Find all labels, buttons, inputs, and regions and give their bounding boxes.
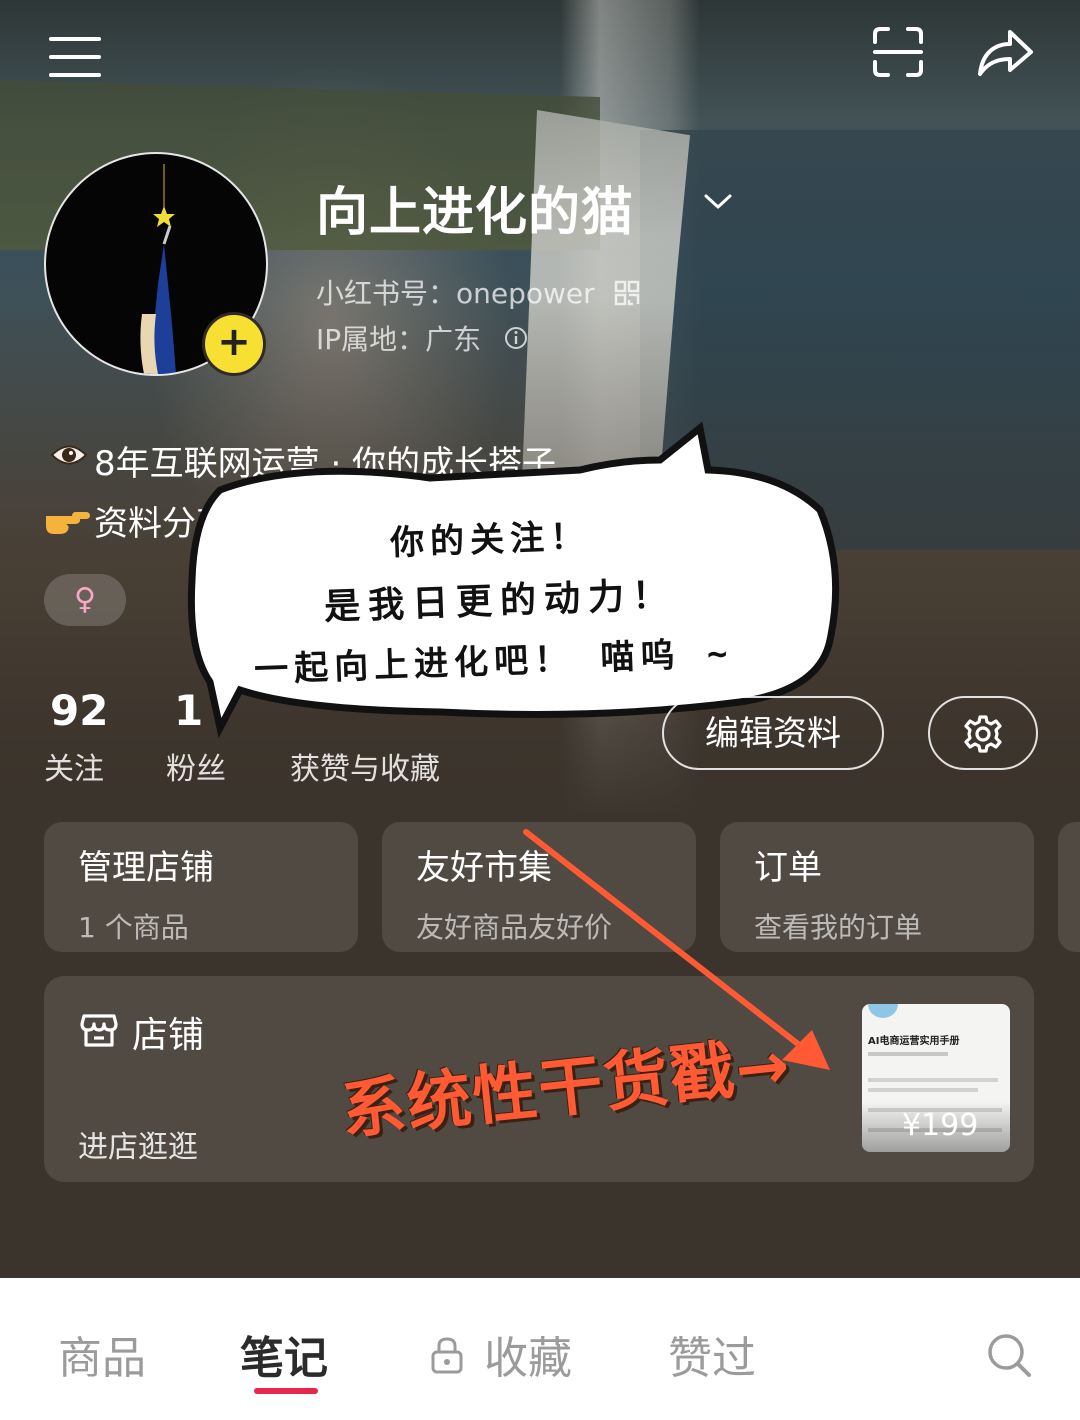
add-avatar-button[interactable]: + (202, 312, 266, 376)
bubble-line-1: 你的关注！ (389, 516, 591, 564)
edit-profile-button[interactable]: 编辑资料 (662, 696, 884, 770)
gender-tag: ♀ (44, 574, 126, 626)
profile-name: 向上进化的猫 (316, 183, 635, 243)
following-label[interactable]: 关注 (44, 744, 104, 788)
card-title: 管理店铺 (78, 848, 214, 888)
product-line (868, 1088, 978, 1092)
lock-icon (430, 1336, 464, 1378)
product-line (868, 1052, 948, 1056)
active-tab-indicator (254, 1388, 318, 1394)
ip-location-label: IP属地：广东 (316, 323, 482, 356)
info-icon[interactable] (504, 326, 528, 354)
store-title: 店铺 (132, 1015, 205, 1056)
tab-favorites[interactable]: 收藏 (484, 1322, 572, 1386)
tab-notes[interactable]: 笔记 (240, 1322, 328, 1386)
settings-button[interactable] (928, 696, 1038, 770)
enter-store-link[interactable]: 进店逛逛 (78, 1122, 198, 1166)
likes-and-saves-label[interactable]: 获赞与收藏 (290, 744, 440, 788)
share-icon[interactable] (976, 26, 1034, 78)
product-title: AI电商运营实用手册 (868, 1036, 960, 1047)
store-icon (80, 1012, 118, 1052)
tab-liked[interactable]: 赞过 (668, 1322, 756, 1386)
manage-store-card[interactable]: 管理店铺 1 个商品 (44, 822, 358, 952)
pointing-hand-icon (44, 500, 92, 540)
more-card-edge[interactable] (1058, 822, 1080, 952)
search-icon[interactable] (986, 1332, 1032, 1382)
product-line (868, 1078, 998, 1082)
scan-icon[interactable] (872, 26, 924, 78)
user-id-label: 小红书号：onepower (316, 277, 595, 310)
qr-code-icon[interactable] (614, 280, 640, 310)
eye-icon (50, 440, 88, 474)
product-thumbnail[interactable]: AI电商运营实用手册 ¥199 (862, 1004, 1010, 1152)
chevron-down-icon[interactable] (702, 192, 734, 216)
product-price: ¥199 (902, 1108, 979, 1143)
product-avatar (868, 1004, 898, 1018)
card-subtitle: 1 个商品 (78, 911, 189, 944)
hamburger-menu-icon[interactable] (48, 34, 102, 80)
gear-icon (964, 715, 1002, 753)
tab-goods[interactable]: 商品 (58, 1322, 146, 1386)
followers-label[interactable]: 粉丝 (166, 744, 226, 788)
following-count[interactable]: 92 (50, 686, 108, 735)
